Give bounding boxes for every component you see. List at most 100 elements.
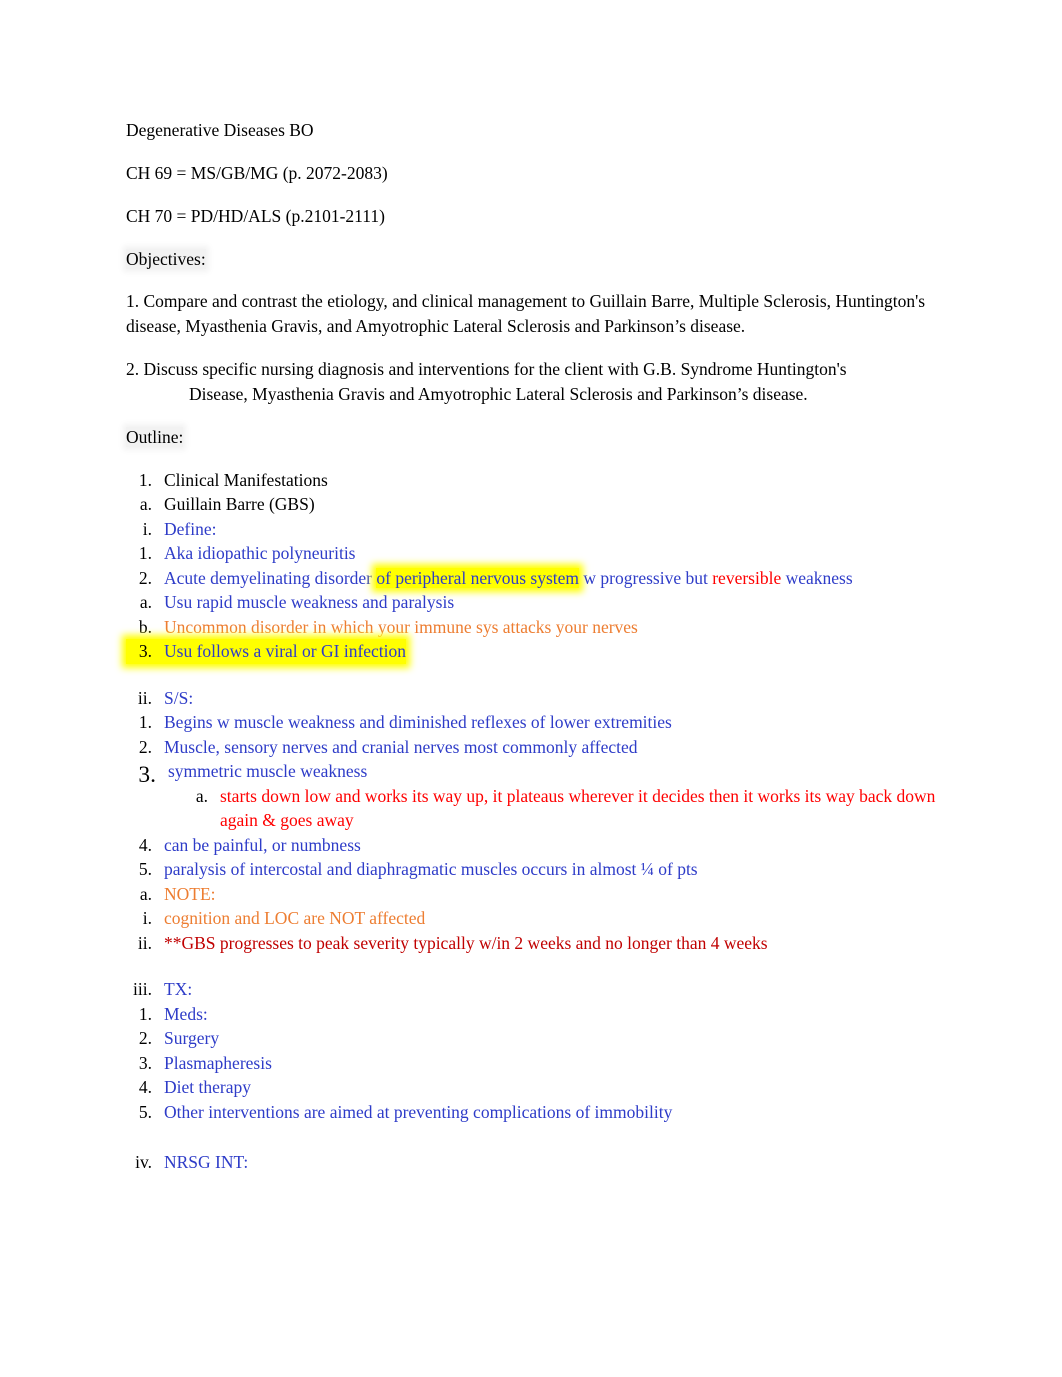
list-marker: ii. [137, 932, 152, 953]
list-marker: 3. [138, 641, 152, 662]
ss-note: a. NOTE: i. cognition and LOC are NOT af… [126, 882, 952, 956]
list-marker: ii. [137, 687, 152, 708]
list-marker: 2. [138, 567, 152, 588]
outline-item-define: i. Define: 1. Aka idiopathic polyneuriti… [126, 517, 952, 664]
list-marker: iii. [133, 979, 152, 1000]
list-marker: 1. [138, 1003, 152, 1024]
list-marker: 4. [138, 1077, 152, 1098]
define-item-3: 3. Usu follows a viral or GI infection [126, 639, 952, 664]
ss-note-item-text: **GBS progresses to peak severity typica… [164, 932, 768, 953]
define-item-2-seg1: Acute demyelinating disorder [164, 567, 377, 588]
outline-heading: Outline: [126, 425, 952, 450]
ss-item-text: symmetric muscle weakness [168, 761, 368, 782]
list-marker: 1. [138, 469, 152, 490]
ss-item-1: 1. Begins w muscle weakness and diminish… [126, 710, 952, 735]
ss-item-text: can be painful, or numbness [164, 834, 361, 855]
ss-note-item-text: cognition and LOC are NOT affected [164, 908, 426, 929]
objective-1: 1. Compare and contrast the etiology, an… [126, 291, 926, 337]
ss-note-wrapper: a. NOTE: i. cognition and LOC are NOT af… [126, 882, 952, 956]
outline-item-clinical-manifestations: 1. Clinical Manifestations a. Guillain B… [126, 468, 952, 1175]
list-marker: 3. [138, 1052, 152, 1073]
chapter-line-69: CH 69 = MS/GB/MG (p. 2072-2083) [126, 162, 388, 183]
define-item-2-seg5: weakness [781, 567, 853, 588]
ss-item-text: Begins w muscle weakness and diminished … [164, 712, 672, 733]
outline-item-guillain-barre: a. Guillain Barre (GBS) i. Define: 1. Ak… [126, 492, 952, 1175]
list-marker: iv. [135, 1152, 152, 1173]
ss-note-sublist: i. cognition and LOC are NOT affected ii [126, 906, 952, 955]
list-marker: a. [139, 592, 152, 613]
define-item-2-reversible: reversible [712, 567, 782, 588]
ss-item-5: 5. paralysis of intercostal and diaphrag… [126, 857, 952, 955]
define-item-2-seg3: w progressive but [579, 567, 713, 588]
list-marker: 2. [138, 1028, 152, 1049]
list-marker: a. [139, 883, 152, 904]
objective-2-line-1: 2. Discuss specific nursing diagnosis an… [126, 359, 847, 380]
tx-item-text: Diet therapy [164, 1077, 251, 1098]
tx-item-text: Plasmapheresis [164, 1052, 272, 1073]
outline-item-tx: iii. TX: 1. Meds: 2. Surgery 3. Plasmaph… [126, 977, 952, 1124]
outline-list: 1. Clinical Manifestations a. Guillain B… [126, 468, 952, 1175]
ss-items: 1. Begins w muscle weakness and diminish… [126, 710, 952, 955]
objectives-heading-text: Objectives: [126, 248, 206, 269]
ss-item-2: 2. Muscle, sensory nerves and cranial ne… [126, 735, 952, 760]
tx-item-1: 1. Meds: [126, 1002, 952, 1027]
objective-2: 2. Discuss specific nursing diagnosis an… [126, 357, 952, 407]
outline-sublist-level3: i. Define: 1. Aka idiopathic polyneuriti… [126, 517, 952, 1175]
define-item-2-highlight: of peripheral nervous system [376, 567, 580, 588]
define-item-1: 1. Aka idiopathic polyneuritis [126, 541, 952, 566]
document-page: Degenerative Diseases BO CH 69 = MS/GB/M… [0, 0, 1062, 1377]
list-marker: a. [195, 785, 208, 806]
ss-note-label: NOTE: [164, 883, 216, 904]
define-item-2: 2. Acute demyelinating disorder of perip… [126, 566, 952, 640]
tx-item-text: Other interventions are aimed at prevent… [164, 1101, 673, 1122]
outline-item-label: NRSG INT: [164, 1152, 249, 1173]
ss-item-3: 3. symmetric muscle weakness a. starts d… [126, 759, 952, 833]
outline-sublist-level2: a. Guillain Barre (GBS) i. Define: 1. Ak… [126, 492, 952, 1175]
outline-item-label: Clinical Manifestations [164, 469, 328, 490]
define-item-2a-text: Usu rapid muscle weakness and paralysis [164, 592, 455, 613]
list-marker: 3. [138, 762, 156, 789]
ss-item-text: paralysis of intercostal and diaphragmat… [164, 859, 698, 880]
define-item-2b: b. Uncommon disorder in which your immun… [126, 615, 952, 640]
ss-item-3a: a. starts down low and works its way up,… [182, 784, 952, 833]
tx-item-text: Surgery [164, 1028, 220, 1049]
list-marker: a. [139, 494, 152, 515]
objectives-heading: Objectives: [126, 247, 952, 272]
tx-item-5: 5. Other interventions are aimed at prev… [126, 1100, 952, 1125]
list-marker: i. [142, 908, 152, 929]
list-marker: 2. [138, 736, 152, 757]
list-marker: 1. [138, 543, 152, 564]
ss-item-4: 4. can be painful, or numbness [126, 833, 952, 858]
document-title: Degenerative Diseases BO [126, 120, 314, 140]
define-items: 1. Aka idiopathic polyneuritis 2. Acute … [126, 541, 952, 664]
ss-item-text: Muscle, sensory nerves and cranial nerve… [164, 736, 638, 757]
list-marker: 1. [138, 712, 152, 733]
outline-heading-text: Outline: [126, 426, 184, 447]
define-item-2-sublist: a. Usu rapid muscle weakness and paralys… [126, 590, 952, 639]
define-item-3-text: Usu follows a viral or GI infection [164, 641, 407, 662]
outline-item-label: S/S: [164, 687, 194, 708]
define-item-text: Acute demyelinating disorder of peripher… [164, 566, 952, 591]
define-item-2b-text: Uncommon disorder in which your immune s… [164, 616, 638, 637]
list-marker: i. [142, 518, 152, 539]
list-marker: 5. [138, 1101, 152, 1122]
tx-items: 1. Meds: 2. Surgery 3. Plasmapheresis 4.… [126, 1002, 952, 1125]
outline-item-ss: ii. S/S: 1. Begins w muscle weakness and… [126, 686, 952, 956]
tx-item-4: 4. Diet therapy [126, 1075, 952, 1100]
define-item-2a: a. Usu rapid muscle weakness and paralys… [126, 590, 952, 615]
ss-item-3a-text: starts down low and works its way up, it… [220, 785, 936, 831]
chapter-line-70: CH 70 = PD/HD/ALS (p.2101-2111) [126, 205, 385, 226]
outline-item-label: Define: [164, 518, 217, 539]
ss-item-3-sublist: a. starts down low and works its way up,… [126, 784, 952, 833]
ss-note-item-i: i. cognition and LOC are NOT affected [126, 906, 952, 931]
tx-item-3: 3. Plasmapheresis [126, 1051, 952, 1076]
ss-note-item-ii: ii. **GBS progresses to peak severity ty… [126, 931, 952, 956]
tx-item-2: 2. Surgery [126, 1026, 952, 1051]
outline-item-label: Guillain Barre (GBS) [164, 494, 315, 515]
list-marker: 5. [138, 859, 152, 880]
outline-item-nrsg-int: iv. NRSG INT: [126, 1150, 952, 1175]
list-marker: 4. [138, 834, 152, 855]
